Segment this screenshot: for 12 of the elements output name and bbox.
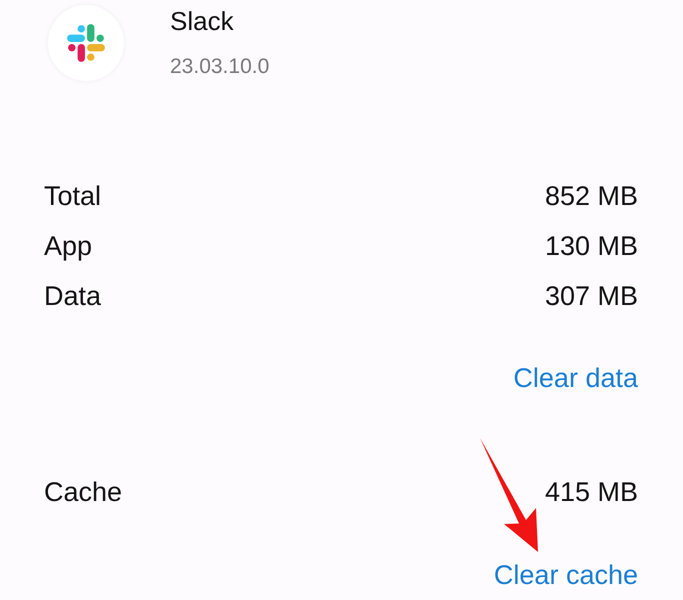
storage-label: Data: [44, 280, 102, 313]
storage-value: 307 MB: [544, 280, 638, 313]
storage-value: 130 MB: [544, 230, 638, 263]
storage-label: App: [44, 230, 92, 263]
clear-data-button[interactable]: Clear data: [513, 358, 638, 398]
storage-value: 852 MB: [544, 180, 638, 213]
storage-value: 415 MB: [544, 476, 638, 509]
clear-cache-button[interactable]: Clear cache: [494, 555, 638, 595]
storage-label: Total: [44, 180, 102, 213]
app-version: 23.03.10.0: [170, 54, 270, 80]
app-name: Slack: [170, 5, 235, 37]
storage-label: Cache: [44, 476, 122, 509]
